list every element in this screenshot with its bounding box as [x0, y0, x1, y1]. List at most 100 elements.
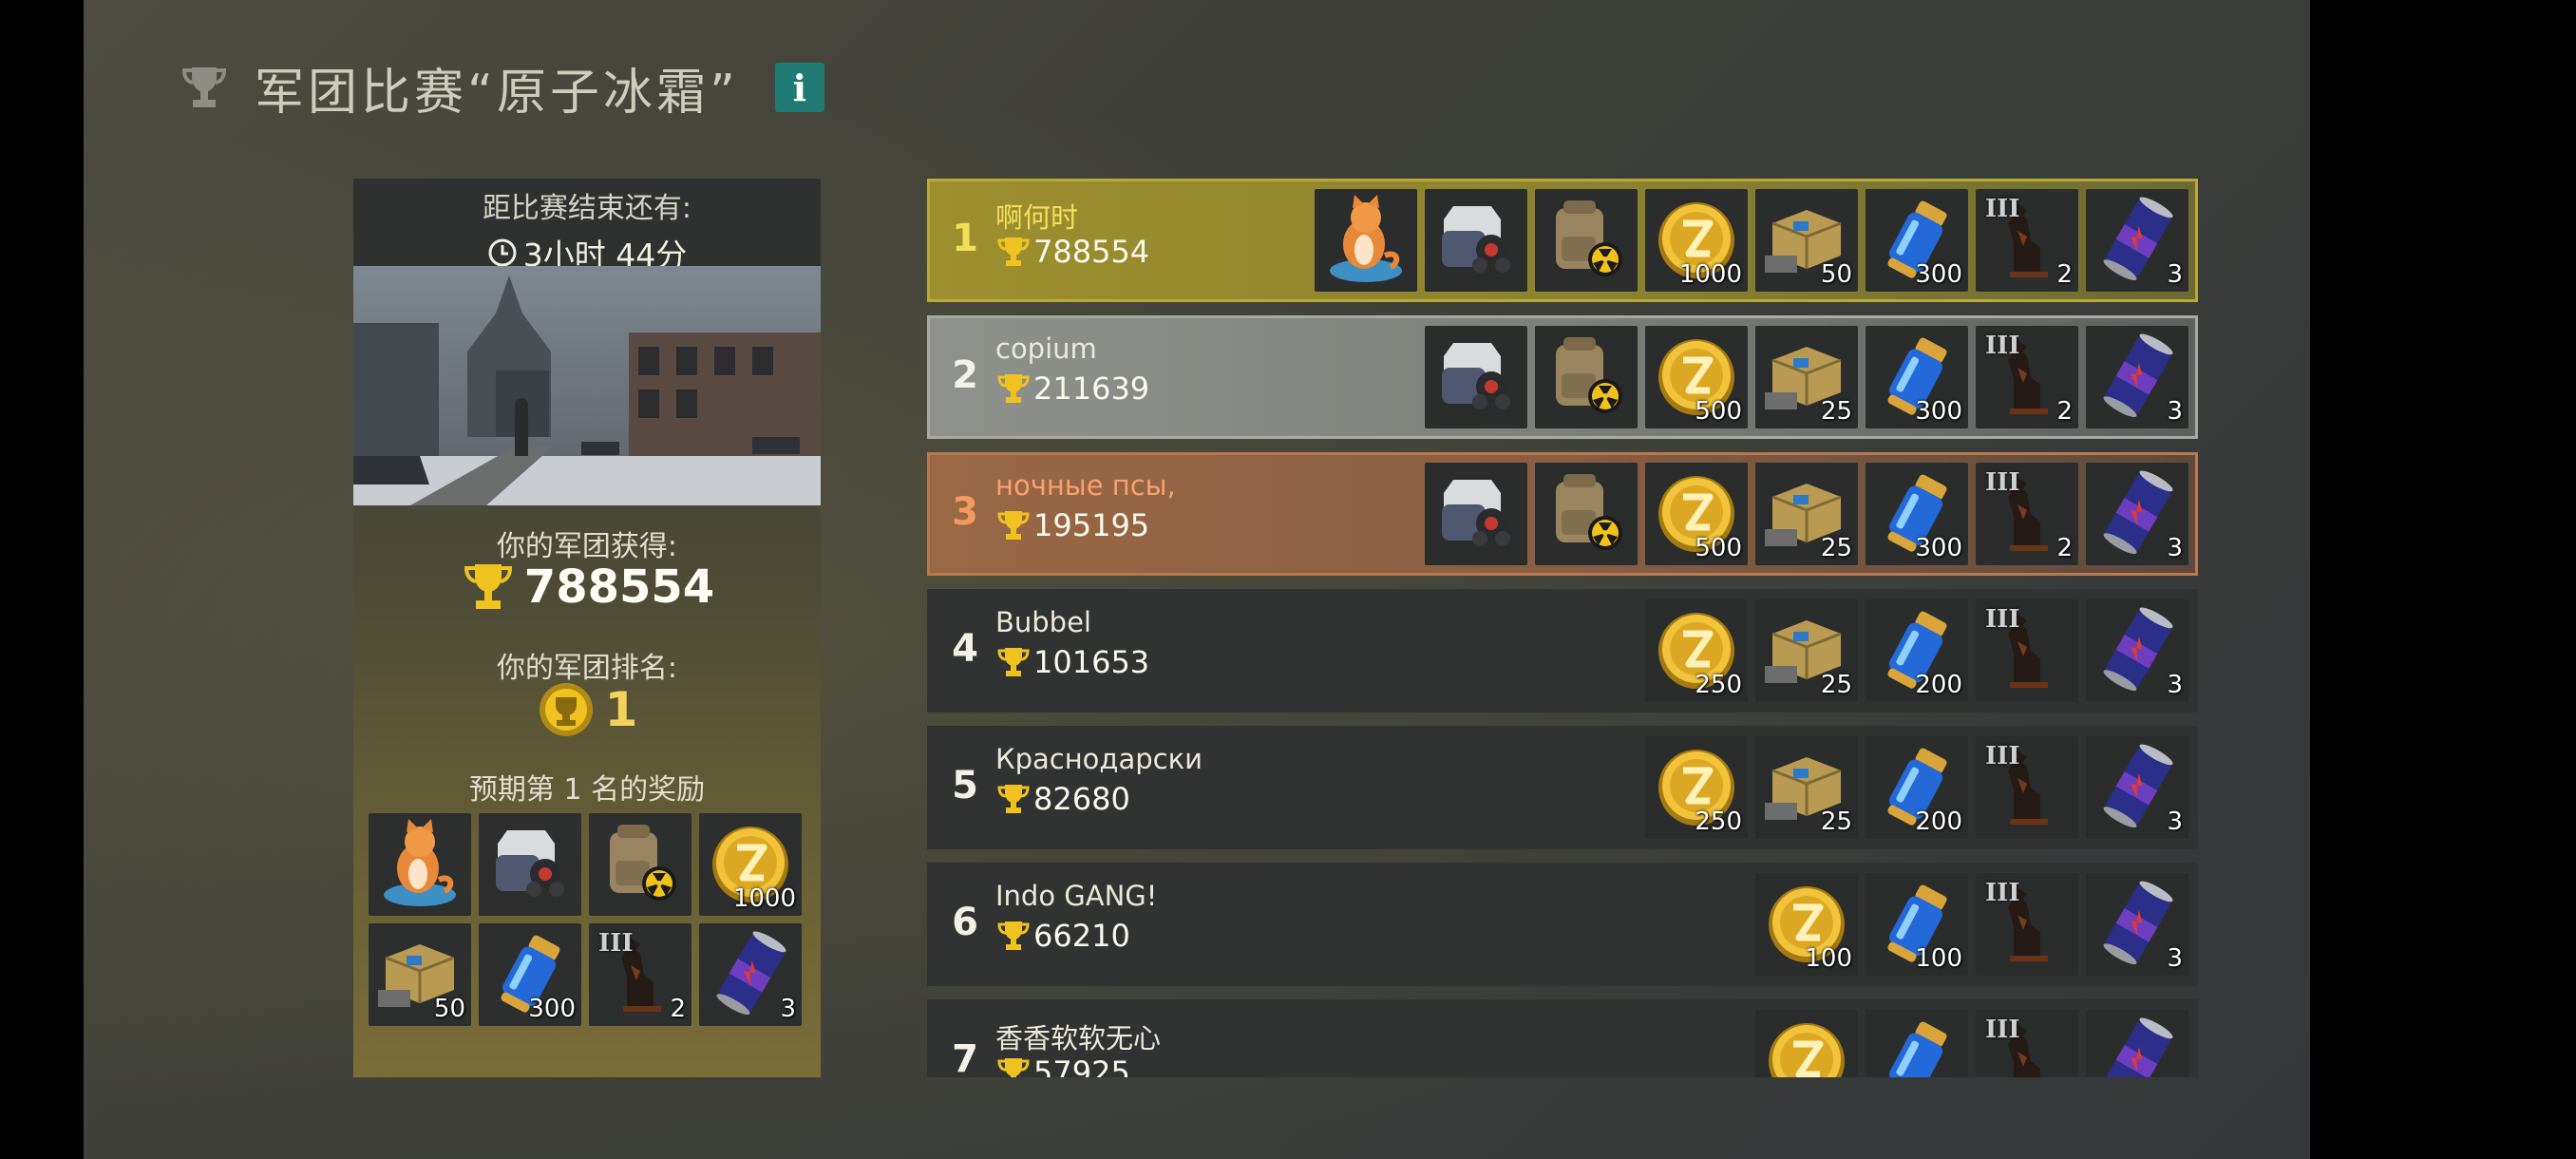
- reward-slot[interactable]: [1755, 1010, 1858, 1077]
- info-button[interactable]: i: [774, 63, 824, 112]
- reward-slot[interactable]: 50: [369, 923, 471, 1026]
- leaderboard-row[interactable]: 3 ночные псы, 195195 500 25 300 III 2 3: [927, 452, 2198, 576]
- reward-slot[interactable]: 25: [1755, 463, 1858, 565]
- reward-slot[interactable]: 500: [1645, 463, 1748, 565]
- row-rewards: 500 25 300 III 2 3: [1425, 326, 2188, 428]
- reward-slot[interactable]: [1535, 463, 1638, 565]
- cat-pet-icon: [1330, 195, 1402, 282]
- reward-quantity: 3: [2167, 671, 2183, 699]
- rank-number: 1: [952, 217, 978, 260]
- reward-slot[interactable]: [2086, 1010, 2188, 1077]
- reward-quantity: 3: [2167, 260, 2183, 289]
- tier-label: III: [598, 929, 634, 958]
- reward-quantity: 100: [1915, 944, 1962, 973]
- guild-name: Indo GANG!: [995, 880, 1158, 912]
- leaderboard-row[interactable]: 2 copium 211639 500 25 300 III 2 3: [927, 315, 2198, 439]
- guild-score-value: 82680: [1033, 781, 1130, 817]
- leaderboard-row[interactable]: 4 Bubbel 101653 250 25 200 III 3: [927, 589, 2198, 712]
- rank-number: 6: [952, 901, 978, 944]
- reward-slot[interactable]: [1425, 326, 1527, 428]
- serum-vial-icon: [1889, 1021, 1947, 1077]
- reward-quantity: 250: [1695, 808, 1742, 836]
- rank-number: 7: [952, 1037, 978, 1077]
- reward-slot[interactable]: 100: [1866, 873, 1968, 976]
- reward-slot[interactable]: [1535, 326, 1638, 428]
- reward-slot[interactable]: [1315, 189, 1417, 292]
- reward-slot[interactable]: 500: [1645, 326, 1748, 428]
- reward-slot[interactable]: [479, 813, 581, 916]
- reward-slot[interactable]: [1535, 189, 1638, 292]
- guild-score: 788554: [995, 234, 1149, 270]
- reward-quantity: 300: [1915, 534, 1962, 562]
- clock-icon: [488, 238, 517, 267]
- reward-slot[interactable]: 250: [1645, 599, 1748, 702]
- reward-slot[interactable]: III 2: [1976, 326, 2078, 428]
- radiation-backpack-icon: [1556, 200, 1622, 276]
- reward-quantity: 2: [2056, 397, 2073, 426]
- reward-slot[interactable]: 300: [1866, 326, 1968, 428]
- reward-slot[interactable]: 1000: [699, 813, 802, 916]
- reward-slot[interactable]: 3: [699, 923, 802, 1026]
- header: 军团比赛“原子冰霜” i: [179, 49, 824, 125]
- reward-slot[interactable]: 25: [1755, 326, 1858, 428]
- reward-slot[interactable]: 3: [2086, 736, 2188, 839]
- reward-slot[interactable]: 3: [2086, 463, 2188, 565]
- reward-slot[interactable]: III: [1976, 599, 2078, 702]
- reward-quantity: 3: [2167, 534, 2183, 562]
- radiation-backpack-icon: [1556, 337, 1622, 413]
- cat-pet-icon: [384, 819, 456, 906]
- reward-slot[interactable]: 3: [2086, 873, 2188, 976]
- tier-label: III: [1985, 332, 2020, 360]
- reward-slot[interactable]: [369, 813, 471, 916]
- leaderboard-row[interactable]: 1 啊何时 788554 1000 50 300 III 2 3: [927, 179, 2198, 302]
- guild-score-line: 788554: [353, 559, 821, 616]
- guild-score: 57925: [995, 1054, 1130, 1077]
- reward-slot[interactable]: 250: [1645, 736, 1748, 839]
- reward-slot[interactable]: 300: [479, 923, 581, 1026]
- info-icon: i: [792, 66, 807, 109]
- reward-slot[interactable]: 25: [1755, 736, 1858, 839]
- reward-slot[interactable]: III 2: [589, 923, 691, 1026]
- reward-slot[interactable]: [1425, 189, 1527, 292]
- guild-score-value: 788554: [523, 560, 715, 614]
- rank-number: 5: [952, 764, 978, 808]
- reward-slot[interactable]: [1425, 463, 1527, 565]
- guild-score-value: 195195: [1033, 507, 1150, 543]
- reward-slot[interactable]: 200: [1866, 736, 1968, 839]
- guild-score: 66210: [995, 918, 1130, 954]
- reward-slot[interactable]: [1866, 1010, 1968, 1077]
- reward-slot[interactable]: 3: [2086, 189, 2188, 292]
- reward-slot[interactable]: III 2: [1976, 189, 2078, 292]
- reward-quantity: 100: [1805, 944, 1852, 973]
- reward-caption: 预期第 1 名的奖励: [468, 773, 706, 807]
- reward-slot[interactable]: 3: [2086, 326, 2188, 428]
- reward-slot[interactable]: III: [1976, 1010, 2078, 1077]
- leaderboard-row[interactable]: 7 香香软软无心 57925 III: [927, 999, 2198, 1077]
- reward-slot[interactable]: 50: [1755, 189, 1858, 292]
- reward-slot[interactable]: 3: [2086, 599, 2188, 702]
- reward-slot[interactable]: [589, 813, 691, 916]
- tier-label: III: [1985, 468, 2020, 497]
- tier-label: III: [1985, 879, 2020, 907]
- tier-label: III: [1985, 605, 2020, 634]
- guild-score-value: 788554: [1033, 234, 1150, 270]
- reward-slot[interactable]: 300: [1866, 463, 1968, 565]
- reward-slot[interactable]: 200: [1866, 599, 1968, 702]
- reward-slot[interactable]: III 2: [1976, 463, 2078, 565]
- gold-trophy-icon: [997, 648, 1030, 676]
- leaderboard-row[interactable]: 5 Краснодарски 82680 250 25 200 III 3: [927, 726, 2198, 849]
- reward-slot[interactable]: 25: [1755, 599, 1858, 702]
- reward-slot[interactable]: 100: [1755, 873, 1858, 976]
- reward-slot[interactable]: 1000: [1645, 189, 1748, 292]
- reward-slot[interactable]: 300: [1866, 189, 1968, 292]
- guild-name: copium: [995, 332, 1097, 365]
- tier-label: III: [1985, 195, 2020, 223]
- screen-edge: [2310, 0, 2576, 1159]
- energy-can-icon: [2105, 1017, 2173, 1077]
- guild-score-value: 211639: [1033, 370, 1150, 407]
- leaderboard-row[interactable]: 6 Indo GANG! 66210 100 100 III 3: [927, 863, 2198, 986]
- reward-slot[interactable]: III: [1976, 873, 2078, 976]
- leaderboard[interactable]: 1 啊何时 788554 1000 50 300 III 2 3 2 copium 211639 500…: [927, 179, 2198, 1077]
- reward-slot[interactable]: III: [1976, 736, 2078, 839]
- gold-trophy-icon: [997, 511, 1030, 540]
